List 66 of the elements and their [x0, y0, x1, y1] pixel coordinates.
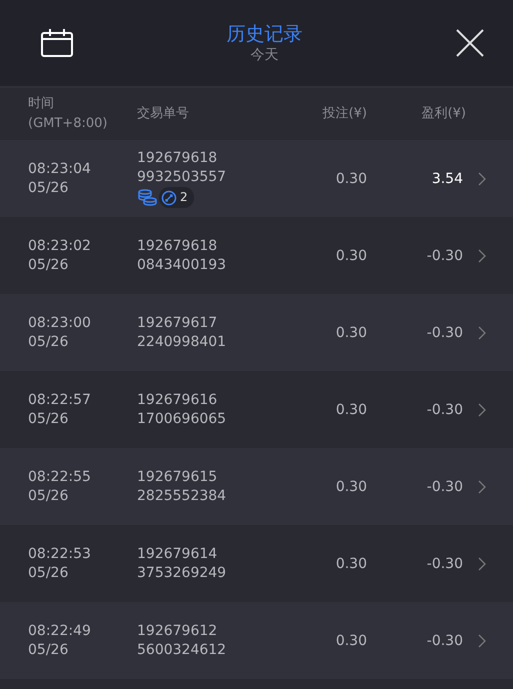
column-header: 时间 (GMT+8:00)	[28, 95, 108, 133]
chevron-right-icon	[477, 632, 487, 648]
chevron-right-icon	[477, 170, 487, 186]
date-filter-label: 今天	[250, 46, 278, 64]
history-row[interactable]: 08:22:49 05/26 192679612 5600324612 0.30 -0.30	[0, 602, 513, 679]
profit-amount: -0.30	[426, 324, 464, 340]
bet-amount: 0.30	[334, 248, 367, 264]
page-title: 历史记录	[226, 22, 302, 46]
trade-id: 1700696065	[137, 410, 228, 428]
profit-amount: 3.54	[430, 170, 464, 186]
trade-id: 192679618	[137, 236, 218, 256]
profit-amount: -0.30	[426, 478, 464, 494]
trade-date: 05/26	[28, 332, 70, 352]
column-header: 交易单号	[137, 105, 190, 123]
trade-time: 08:23:04	[28, 160, 92, 178]
trade-time: 08:22:49	[28, 622, 92, 640]
trade-date: 05/26	[28, 410, 70, 428]
trade-date: 05/26	[28, 178, 70, 198]
trade-id: 5600324612	[137, 640, 228, 660]
trade-id: 2825552384	[137, 486, 228, 506]
trade-id: 192679614	[137, 544, 218, 564]
chevron-right-icon	[477, 478, 487, 494]
free-spin-badge: 2	[159, 187, 194, 208]
bet-amount: 0.30	[334, 402, 367, 418]
trade-id: 3753269249	[137, 564, 228, 582]
chevron-right-icon	[477, 556, 487, 572]
trade-id: 2240998401	[137, 332, 228, 352]
coins-icon	[137, 188, 157, 206]
trade-date: 05/26	[28, 486, 70, 506]
calendar-button[interactable]	[40, 28, 74, 58]
trade-id: 192679615	[137, 468, 218, 486]
close-button[interactable]	[455, 28, 485, 58]
history-row[interactable]: 08:22:55 05/26 192679615 2825552384 0.30 -0.30	[0, 448, 513, 525]
trade-id: 192679612	[137, 622, 218, 640]
trade-id: 9932503557	[137, 168, 228, 187]
chevron-right-icon	[477, 324, 487, 340]
history-row[interactable]: 08:23:00 05/26 192679617 2240998401 0.30 -0.30	[0, 294, 513, 371]
close-icon	[455, 28, 485, 58]
profit-amount: -0.30	[426, 632, 464, 648]
column-header: 投注(¥)	[322, 105, 367, 123]
chevron-right-icon	[477, 402, 487, 418]
profit-amount: -0.30	[426, 556, 464, 572]
trade-id: 192679617	[137, 314, 218, 332]
chevron-right-icon	[477, 248, 487, 264]
trade-time: 08:22:55	[28, 468, 92, 486]
trade-id: 192679616	[137, 390, 218, 410]
trade-date: 05/26	[28, 256, 70, 274]
bet-amount: 0.30	[334, 324, 367, 340]
bet-amount: 0.30	[334, 632, 367, 648]
spin-icon	[161, 190, 177, 206]
trade-id: 0843400193	[137, 256, 228, 274]
trade-date: 05/26	[28, 640, 70, 660]
trade-time: 08:22:53	[28, 544, 92, 564]
bet-amount: 0.30	[334, 170, 367, 186]
trade-date: 05/26	[28, 564, 70, 582]
history-row[interactable]: 08:23:04 05/26 192679618 9932503557 2 0.30 3.54	[0, 140, 513, 217]
trade-time: 08:23:00	[28, 314, 92, 332]
trade-time: 08:23:02	[28, 236, 92, 256]
calendar-icon	[40, 28, 74, 58]
bet-amount: 0.30	[334, 556, 367, 572]
bet-amount: 0.30	[334, 478, 367, 494]
trade-id: 192679618	[137, 149, 218, 168]
profit-amount: -0.30	[426, 248, 464, 264]
profit-amount: -0.30	[426, 402, 464, 418]
trade-time: 08:22:57	[28, 390, 92, 410]
column-header: 盈利(¥)	[420, 105, 467, 123]
